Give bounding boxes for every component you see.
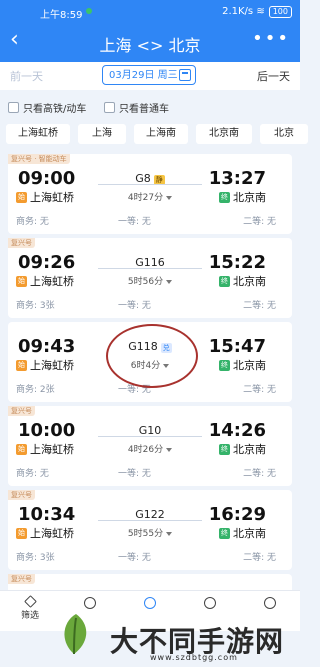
chevron-down-icon (166, 279, 173, 284)
arrival-station-name: 北京南 (233, 443, 266, 456)
arrival-time: 15:22 (208, 252, 266, 273)
filter-label: 只看高铁/动车 (23, 104, 87, 115)
date-bar: 前一天 03月29日 周三 后一天 (0, 62, 300, 90)
next-day-button[interactable]: 后一天 (257, 68, 290, 84)
status-right: 2.1K/s ≋ 100 (222, 6, 292, 18)
prev-day-button[interactable]: 前一天 (10, 68, 43, 84)
filter-highspeed-checkbox[interactable]: 只看高铁/动车 (8, 100, 86, 115)
route-line (148, 436, 202, 437)
seat-second: 二等: 无 (243, 217, 276, 227)
route-line (148, 268, 202, 269)
route-line (148, 184, 202, 185)
date-picker[interactable]: 03月29日 周三 (102, 65, 196, 85)
date-label: 03月29日 周三 (109, 70, 178, 81)
seat-second: 二等: 无 (243, 469, 276, 479)
seat-second: 二等: 无 (243, 385, 276, 395)
train-badge: 复兴号 (8, 490, 35, 500)
duration-text: 4时26分 (127, 445, 164, 455)
station-chip[interactable]: 上海 (78, 124, 126, 144)
arrival-station-name: 北京南 (233, 527, 266, 540)
seat-first: 一等: 无 (118, 469, 151, 479)
arrival-station: 终北京南 (219, 525, 266, 541)
train-list: 复兴号 · 智能动车 09:00 始上海虹桥 G8 静 4时27分 13:27 终… (0, 152, 300, 590)
arrival-station: 终北京南 (219, 189, 266, 205)
checkbox-icon (104, 102, 115, 113)
seat-first: 一等: 无 (118, 553, 151, 563)
train-card[interactable]: 复兴号 09:26 始上海虹桥 G116 5时56分 15:22 终北京南 商务… (8, 238, 292, 318)
seat-business: 商务: 无 (16, 469, 49, 479)
station-chip[interactable]: 上海南 (134, 124, 188, 144)
more-icon[interactable]: ••• (252, 28, 290, 49)
train-badge: 复兴号 (8, 406, 35, 416)
station-chip[interactable]: 北京 (260, 124, 308, 144)
station-chip[interactable]: 北京南 (196, 124, 252, 144)
arrival-station: 终北京南 (219, 441, 266, 457)
filter-label: 只看普通车 (119, 104, 169, 115)
arrival-station-name: 北京南 (233, 359, 266, 372)
wifi-icon: ≋ (256, 6, 265, 17)
seat-second: 二等: 无 (243, 301, 276, 311)
watermark: 大不同手游网 www.szdbtgg.com (0, 600, 300, 667)
seat-second: 二等: 无 (243, 553, 276, 563)
arrival-station: 终北京南 (219, 357, 266, 373)
terminal-tag-icon: 终 (219, 443, 230, 455)
chevron-down-icon (166, 195, 173, 200)
seat-business: 商务: 2张 (16, 385, 55, 395)
terminal-tag-icon: 终 (219, 275, 230, 287)
arrival-station-name: 北京南 (233, 275, 266, 288)
seat-first: 一等: 无 (118, 217, 151, 227)
train-card[interactable]: 复兴号 10:34 始上海虹桥 G122 5时55分 16:29 终北京南 商务… (8, 490, 292, 570)
route-line (148, 520, 202, 521)
train-badge: 复兴号 · 智能动车 (8, 154, 70, 164)
terminal-tag-icon: 终 (219, 527, 230, 539)
arrival-time: 16:29 (208, 504, 266, 525)
highlight-circle (106, 324, 198, 388)
chevron-down-icon (166, 447, 173, 452)
filter-row: 只看高铁/动车 只看普通车 (0, 94, 300, 118)
filter-regular-checkbox[interactable]: 只看普通车 (104, 100, 169, 115)
duration-text: 5时55分 (127, 529, 164, 539)
duration-text: 5时56分 (127, 277, 164, 287)
nav-bar: ‹ 上海 <> 北京 ••• (0, 22, 300, 62)
arrival-station-name: 北京南 (233, 191, 266, 204)
watermark-url: www.szdbtgg.com (150, 653, 238, 662)
terminal-tag-icon: 终 (219, 191, 230, 203)
terminal-tag-icon: 终 (219, 359, 230, 371)
station-chip[interactable]: 上海虹桥 (6, 124, 70, 144)
train-card[interactable]: 复兴号 10:00 始上海虹桥 G10 4时26分 14:26 终北京南 商务:… (8, 406, 292, 486)
status-bar: 上午8:59 2.1K/s ≋ 100 (0, 0, 300, 22)
chevron-down-icon (166, 531, 173, 536)
seat-business: 商务: 3张 (16, 301, 55, 311)
arrival-time: 14:26 (208, 420, 266, 441)
seat-business: 商务: 无 (16, 217, 49, 227)
status-time: 上午8:59 (40, 10, 83, 21)
train-card[interactable]: 复兴号 (8, 574, 292, 590)
seat-first: 一等: 无 (118, 301, 151, 311)
station-filter-row: 上海虹桥 上海 上海南 北京南 北京 (0, 122, 308, 148)
arrival-time: 13:27 (208, 168, 266, 189)
arrival-station: 终北京南 (219, 273, 266, 289)
leaf-logo-icon (64, 614, 87, 655)
battery-icon: 100 (268, 6, 292, 18)
duration-text: 4时27分 (127, 193, 164, 203)
status-dot-icon (86, 8, 92, 14)
network-speed: 2.1K/s (222, 6, 254, 17)
train-badge: 复兴号 (8, 574, 35, 584)
train-card[interactable]: 复兴号 · 智能动车 09:00 始上海虹桥 G8 静 4时27分 13:27 终… (8, 154, 292, 234)
checkbox-icon (8, 102, 19, 113)
arrival-time: 15:47 (208, 336, 266, 357)
train-badge: 复兴号 (8, 238, 35, 248)
seat-business: 商务: 3张 (16, 553, 55, 563)
calendar-icon (179, 69, 191, 81)
